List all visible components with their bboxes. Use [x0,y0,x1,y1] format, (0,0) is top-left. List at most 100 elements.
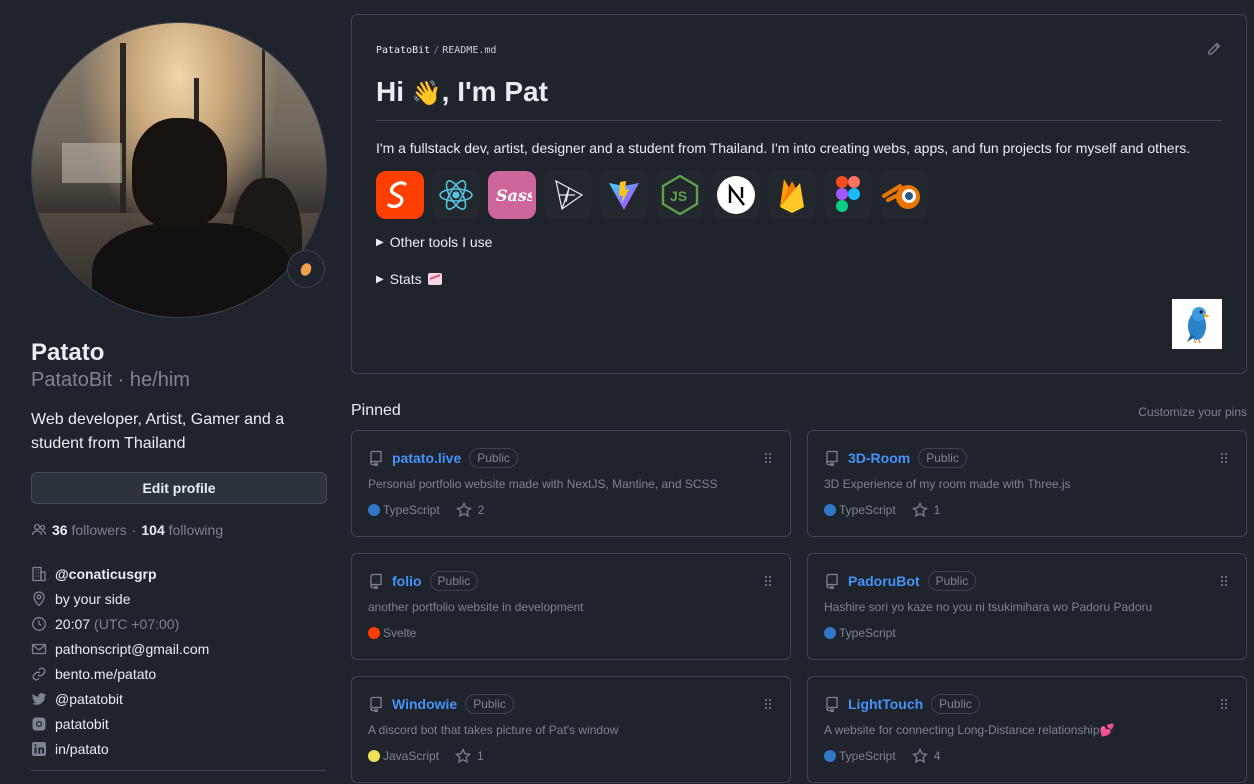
repo-description: A discord bot that takes picture of Pat'… [368,723,619,737]
repo-meta: TypeScript 4 [824,747,1230,765]
repo-stars-link[interactable]: 2 [455,502,485,518]
following-count: 104 [141,522,165,538]
visibility-badge: Public [927,571,977,591]
svg-text:Sass: Sass [496,186,532,205]
tech-icons-row: Sass JS [376,171,1222,219]
repo-description: another portfolio website in development [368,600,584,614]
following-label: following [168,522,224,538]
email-link[interactable]: pathonscript@gmail.com [55,641,209,657]
status-emoji-button[interactable] [287,250,325,288]
repo-language: TypeScript [824,626,896,640]
avatar-photo-person [92,223,292,317]
visibility-badge: Public [465,694,514,714]
language-name: TypeScript [839,626,896,640]
linkedin-link[interactable]: in/patato [55,741,109,757]
repo-stars-link[interactable]: 1 [455,748,484,764]
twitter-link[interactable]: @patatobit [55,691,123,707]
instagram-icon [31,716,47,732]
follow-stats: 36 followers · 104 following [31,522,327,538]
repo-card-header: 3D-Room Public [824,447,1230,469]
star-icon [455,748,471,764]
language-name: Svelte [383,626,417,640]
readme-heading: Hi 👋, I'm Pat [376,74,1222,121]
detail-twitter: @patatobit [31,686,327,711]
language-color-dot [368,750,380,762]
repo-name-link[interactable]: 3D-Room [848,450,910,466]
chart-increasing-icon [427,273,442,285]
profile-sidebar: Patato PatatoBit · he/him Web developer,… [31,22,327,761]
building-icon [31,566,47,582]
star-icon [455,502,472,518]
repo-card-header: folio Public [368,570,774,592]
avatar-photo-building [62,143,122,183]
readme-file-link[interactable]: README.md [442,45,496,56]
star-count: 2 [477,503,485,517]
sass-icon: Sass [488,171,536,219]
customize-pins-link[interactable]: Customize your pins [1138,405,1247,419]
pinned-repo-card: patato.live Public Personal portfolio we… [351,430,791,537]
repo-language: TypeScript [824,749,896,763]
profile-bio: Web developer, Artist, Gamer and a stude… [31,411,285,452]
repo-stars-link[interactable]: 4 [911,748,940,764]
people-icon [31,523,47,536]
language-name: JavaScript [383,749,440,763]
drag-handle-icon[interactable] [1220,452,1228,464]
edit-profile-button[interactable]: Edit profile [31,472,327,504]
other-tools-toggle[interactable]: ▶ Other tools I use [376,231,1222,253]
drag-handle-icon[interactable] [764,575,772,587]
detail-location: by your side [31,586,327,611]
repo-description: Personal portfolio website made with Nex… [368,477,718,491]
org-link[interactable]: @conaticusgrp [55,566,157,582]
repo-meta: TypeScript [824,624,1230,642]
star-icon [911,502,928,518]
repo-language: JavaScript [368,749,439,763]
following-link[interactable]: 104 following [141,522,223,538]
repo-description: 3D Experience of my room made with Three… [824,477,1071,491]
drag-handle-icon[interactable] [1220,575,1228,587]
language-color-dot [368,627,380,639]
instagram-link[interactable]: patatobit [55,716,109,732]
drag-handle-icon[interactable] [764,452,772,464]
language-color-dot [824,627,836,639]
pencil-icon[interactable] [1206,41,1222,57]
other-tools-label: Other tools I use [389,234,493,250]
repo-name-link[interactable]: LightTouch [848,696,923,712]
repo-name-link[interactable]: patato.live [392,450,461,466]
pinned-repo-card: 3D-Room Public 3D Experience of my room … [807,430,1247,537]
stats-label: Stats [389,271,422,287]
pinned-repo-card: Windowie Public A discord bot that takes… [351,676,791,783]
followers-link[interactable]: 36 followers [52,522,127,538]
language-color-dot [824,504,836,516]
repo-name-link[interactable]: Windowie [392,696,457,712]
repo-card-header: Windowie Public [368,693,774,715]
waving-hand-icon: 👋 [411,80,442,107]
repo-icon [370,573,382,589]
language-name: TypeScript [839,749,896,763]
repo-icon [826,450,838,466]
linkedin-icon [31,741,47,757]
drag-handle-icon[interactable] [1220,698,1228,710]
detail-email: pathonscript@gmail.com [31,636,327,661]
star-count: 1 [477,749,484,763]
repo-stars-link[interactable]: 1 [911,502,940,518]
readme-owner-link[interactable]: PatatoBit [376,45,430,56]
repo-name-link[interactable]: folio [392,573,422,589]
repo-language: TypeScript [368,503,440,517]
pinned-repo-card: LightTouch Public A website for connecti… [807,676,1247,783]
sidebar-divider [31,770,327,771]
heading-name: , I'm Pat [441,76,548,107]
visibility-badge: Public [469,448,518,468]
profile-details: @conaticusgrp by your side 20:07 (UTC +0… [31,561,327,761]
website-link[interactable]: bento.me/patato [55,666,156,682]
visibility-badge: Public [918,448,967,468]
mail-icon [31,641,47,657]
status-emoji-icon [298,260,314,278]
followers-label: followers [71,522,127,538]
avatar[interactable] [31,22,327,318]
repo-icon [370,696,382,712]
language-color-dot [368,504,380,516]
drag-handle-icon[interactable] [764,698,772,710]
stats-toggle[interactable]: ▶ Stats [376,268,1222,290]
repo-name-link[interactable]: PadoruBot [848,573,920,589]
repo-icon [826,696,838,712]
